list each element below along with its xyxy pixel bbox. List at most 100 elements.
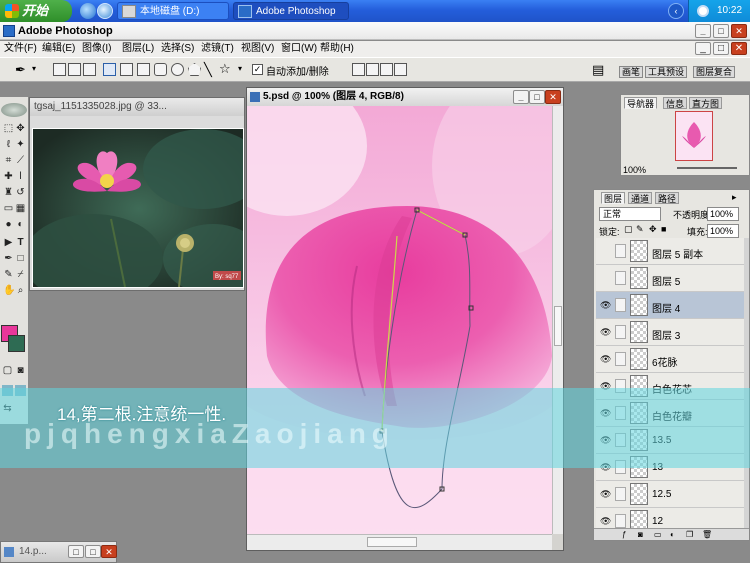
taskbar-item-local-disk[interactable]: 本地磁盘 (D:): [117, 2, 229, 20]
tab-info[interactable]: 信息: [663, 97, 688, 109]
lock-position-icon[interactable]: ✥: [649, 224, 657, 235]
tray-arrow-icon[interactable]: ‹: [668, 3, 684, 19]
clone-stamp-tool-icon[interactable]: ♜: [3, 187, 14, 198]
menu-layer[interactable]: 图层(L): [122, 41, 154, 57]
doc-close-button[interactable]: ✕: [731, 42, 747, 55]
new-layer-icon[interactable]: ❐: [686, 530, 693, 539]
restore-button[interactable]: □: [713, 24, 729, 38]
main-doc-maximize-button[interactable]: □: [529, 90, 545, 104]
photo-document-title-bar[interactable]: tgsaj_1151335028.jpg @ 33...: [30, 98, 244, 116]
layer-thumbnail[interactable]: [630, 321, 648, 343]
standard-mode-icon[interactable]: ▢: [2, 365, 13, 376]
main-doc-close-button[interactable]: ✕: [545, 90, 561, 104]
menu-select[interactable]: 选择(S): [161, 41, 194, 57]
minimize-button[interactable]: _: [695, 24, 711, 38]
delete-layer-icon[interactable]: 🗑: [702, 530, 712, 539]
freeform-pen-icon[interactable]: [120, 63, 133, 76]
file-browser-icon[interactable]: ▤: [592, 62, 604, 78]
slice-tool-icon[interactable]: ⟋: [15, 155, 26, 166]
close-button[interactable]: ✕: [731, 24, 747, 38]
layer-link-box[interactable]: [615, 325, 626, 339]
layer-thumbnail[interactable]: [630, 294, 648, 316]
move-tool-icon[interactable]: ✥: [15, 123, 26, 134]
menu-image[interactable]: 图像(I): [82, 41, 111, 57]
start-button[interactable]: 开始: [0, 0, 72, 22]
notes-tool-icon[interactable]: ✎: [3, 269, 14, 280]
lasso-tool-icon[interactable]: ℓ: [3, 139, 14, 150]
opacity-input[interactable]: 100%: [707, 207, 739, 221]
marquee-tool-icon[interactable]: ⬚: [3, 123, 14, 134]
layer-thumbnail[interactable]: [630, 240, 648, 262]
minimized-document-window[interactable]: 14.p... □ □ ✕: [0, 541, 117, 563]
panel-menu-icon[interactable]: ▸: [732, 192, 737, 203]
main-document-vertical-scrollbar[interactable]: [552, 106, 563, 534]
layer-visibility-eye-icon[interactable]: [600, 247, 610, 255]
layer-link-box[interactable]: [615, 298, 626, 312]
palette-tab-layer-comps[interactable]: 图层复合: [693, 66, 736, 78]
layer-row[interactable]: 👁 图层 4: [596, 292, 746, 319]
feather-logo-icon[interactable]: [1, 103, 27, 117]
photo-document-window[interactable]: tgsaj_1151335028.jpg @ 33... By: sq77: [29, 97, 245, 291]
tab-navigator[interactable]: 导航器: [624, 97, 658, 109]
brush-tool-icon[interactable]: ǀ: [15, 171, 26, 182]
path-selection-tool-icon[interactable]: ▶: [3, 237, 14, 248]
history-brush-tool-icon[interactable]: ↺: [15, 187, 26, 198]
navigator-zoom-slider[interactable]: [677, 167, 737, 169]
layer-link-box[interactable]: [615, 487, 626, 501]
layer-visibility-eye-icon[interactable]: 👁: [600, 355, 611, 364]
menu-file[interactable]: 文件(F): [4, 41, 37, 57]
tool-preset-dropdown-icon[interactable]: ▾: [32, 64, 36, 73]
layer-link-box[interactable]: [615, 244, 626, 258]
layer-row[interactable]: 图层 5: [596, 265, 746, 292]
layer-link-box[interactable]: [615, 514, 626, 528]
crop-tool-icon[interactable]: ⌗: [3, 155, 14, 166]
layer-link-box[interactable]: [615, 271, 626, 285]
vertical-scroll-thumb[interactable]: [554, 306, 562, 346]
palette-tab-brushes[interactable]: 画笔: [619, 66, 644, 78]
doc-restore-button[interactable]: □: [713, 42, 729, 55]
doc-minimize-button[interactable]: _: [695, 42, 711, 55]
new-group-icon[interactable]: ▭: [654, 530, 662, 539]
photo-canvas[interactable]: By: sq77: [32, 128, 244, 288]
main-canvas[interactable]: [247, 106, 552, 534]
layer-row[interactable]: 👁 12.5: [596, 481, 746, 508]
rectangle-tool-icon[interactable]: □: [15, 253, 26, 264]
layer-visibility-eye-icon[interactable]: 👁: [600, 490, 611, 499]
minimized-doc-close-button[interactable]: ✕: [101, 545, 117, 558]
lock-image-icon[interactable]: ✎: [636, 224, 644, 235]
pen-tool-icon[interactable]: ✒: [15, 62, 26, 78]
layer-row[interactable]: 图层 5 副本: [596, 238, 746, 265]
main-document-window[interactable]: 5.psd @ 100% (图层 4, RGB/8) _ □ ✕: [246, 87, 564, 551]
ie-icon[interactable]: [80, 3, 96, 19]
main-doc-minimize-button[interactable]: _: [513, 90, 529, 104]
layer-style-icon[interactable]: ƒ: [622, 530, 626, 539]
eyedropper-tool-icon[interactable]: ⌿: [15, 269, 26, 280]
eraser-tool-icon[interactable]: ▭: [3, 203, 14, 214]
healing-brush-tool-icon[interactable]: ✚: [3, 171, 14, 182]
hand-tool-icon[interactable]: ✋: [3, 285, 15, 296]
navigator-preview[interactable]: [675, 111, 713, 161]
layer-link-box[interactable]: [615, 352, 626, 366]
palette-tab-tool-presets[interactable]: 工具预设: [645, 66, 688, 78]
tab-channels[interactable]: 通道: [628, 192, 653, 204]
minimized-doc-restore-button[interactable]: □: [68, 545, 84, 558]
layer-visibility-eye-icon[interactable]: 👁: [600, 517, 611, 526]
lock-all-icon[interactable]: ■: [661, 224, 666, 234]
rectangle-icon[interactable]: [137, 63, 150, 76]
exclude-area-icon[interactable]: [394, 63, 407, 76]
blur-tool-icon[interactable]: ●: [3, 219, 14, 230]
menu-edit[interactable]: 编辑(E): [42, 41, 75, 57]
line-icon[interactable]: ╲: [204, 62, 212, 78]
type-tool-icon[interactable]: T: [15, 237, 26, 248]
layer-thumbnail[interactable]: [630, 267, 648, 289]
geometry-options-dropdown-icon[interactable]: ▾: [238, 64, 242, 73]
menu-view[interactable]: 视图(V): [241, 41, 274, 57]
layer-thumbnail[interactable]: [630, 483, 648, 505]
tab-layers[interactable]: 图层: [601, 192, 626, 204]
paths-icon[interactable]: [68, 63, 81, 76]
layer-row[interactable]: 👁 图层 3: [596, 319, 746, 346]
polygon-icon[interactable]: [188, 63, 201, 76]
tab-paths[interactable]: 路径: [655, 192, 680, 204]
magic-wand-tool-icon[interactable]: ✦: [15, 139, 26, 150]
shape-layers-icon[interactable]: [53, 63, 66, 76]
